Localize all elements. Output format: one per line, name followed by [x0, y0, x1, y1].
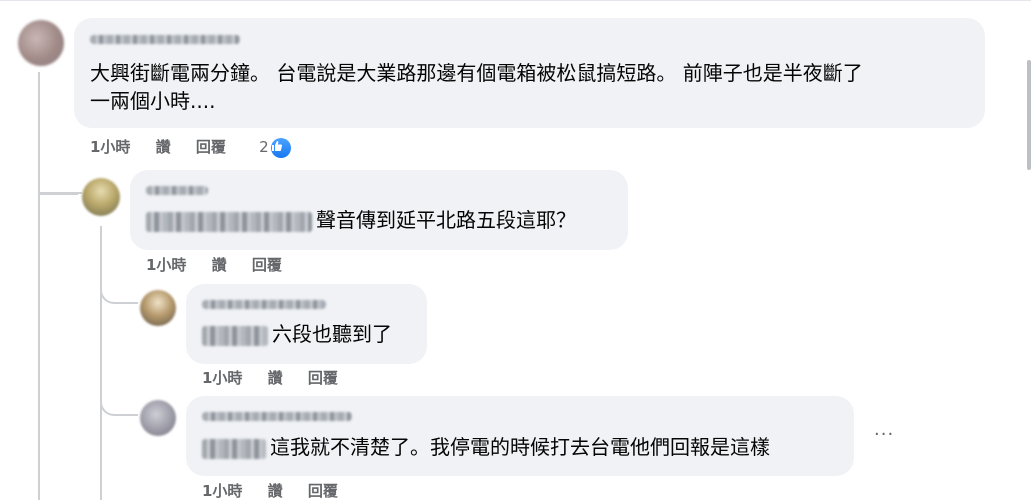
like-button[interactable]: 讚: [212, 254, 227, 275]
reaction-summary[interactable]: 2: [259, 137, 311, 158]
reply-actions: 1小時 讚 回覆: [202, 367, 358, 388]
reply-button[interactable]: 回覆: [308, 480, 338, 501]
reply-text-body: 六段也聽到了: [272, 322, 392, 346]
reply-text-body: 聲音傳到延平北路五段這耶？: [316, 208, 576, 232]
reply-text: 六段也聽到了: [202, 321, 392, 348]
avatar[interactable]: [140, 400, 176, 436]
timestamp[interactable]: 1小時: [202, 367, 242, 388]
author-name-redacted[interactable]: [90, 35, 240, 44]
reaction-count: 2: [259, 138, 269, 156]
author-name-redacted[interactable]: [146, 186, 208, 195]
thread-curve-reply-2: [100, 280, 138, 304]
reply-button[interactable]: 回覆: [196, 136, 226, 157]
avatar[interactable]: [82, 178, 120, 216]
thumbs-up-icon: [270, 137, 291, 158]
reply-bubble: 六段也聽到了: [186, 284, 427, 364]
reply-bubble: 這我就不清楚了。我停電的時候打去台電他們回報是這樣: [186, 396, 854, 476]
like-button[interactable]: 讚: [268, 480, 283, 501]
comment-text-line-1: 大興街斷電兩分鐘。 台電說是大業路那邊有個電箱被松鼠搞短路。 前陣子也是半夜斷了: [90, 61, 863, 85]
reply-actions: 1小時 讚 回覆: [202, 480, 358, 501]
comment-bubble: 大興街斷電兩分鐘。 台電說是大業路那邊有個電箱被松鼠搞短路。 前陣子也是半夜斷了…: [74, 18, 985, 128]
author-name-redacted[interactable]: [202, 300, 326, 309]
comment-text-line-2: 一兩個小時....: [90, 89, 216, 113]
author-name-redacted[interactable]: [202, 412, 352, 421]
reply-text: 聲音傳到延平北路五段這耶？: [146, 207, 576, 234]
thread-curve-reply-1: [38, 160, 78, 195]
reply-actions: 1小時 讚 回覆: [146, 254, 302, 275]
reply-button[interactable]: 回覆: [308, 367, 338, 388]
timestamp[interactable]: 1小時: [90, 136, 130, 157]
avatar[interactable]: [140, 290, 176, 326]
thread-line-root: [38, 72, 40, 500]
thread-curve-reply-3: [100, 392, 138, 416]
reply-text-body: 這我就不清楚了。我停電的時候打去台電他們回報是這樣: [270, 435, 770, 459]
like-button[interactable]: 讚: [268, 367, 283, 388]
avatar[interactable]: [18, 20, 64, 66]
reply-button[interactable]: 回覆: [252, 254, 282, 275]
comment-actions: 1小時 讚 回覆 2: [90, 136, 311, 158]
mention-redacted[interactable]: [146, 211, 312, 232]
thread-stub-reply-1: [38, 192, 82, 194]
like-button[interactable]: 讚: [156, 136, 171, 157]
reply-bubble: 聲音傳到延平北路五段這耶？: [130, 170, 628, 250]
mention-redacted[interactable]: [202, 438, 266, 459]
mention-redacted[interactable]: [202, 325, 268, 346]
timestamp[interactable]: 1小時: [146, 254, 186, 275]
timestamp[interactable]: 1小時: [202, 480, 242, 501]
reply-text: 這我就不清楚了。我停電的時候打去台電他們回報是這樣: [202, 434, 770, 461]
more-options-button[interactable]: ···: [874, 424, 894, 445]
top-divider: [0, 0, 1031, 1]
thread-line-reply-1: [100, 226, 102, 500]
scrollbar[interactable]: [1027, 60, 1031, 170]
